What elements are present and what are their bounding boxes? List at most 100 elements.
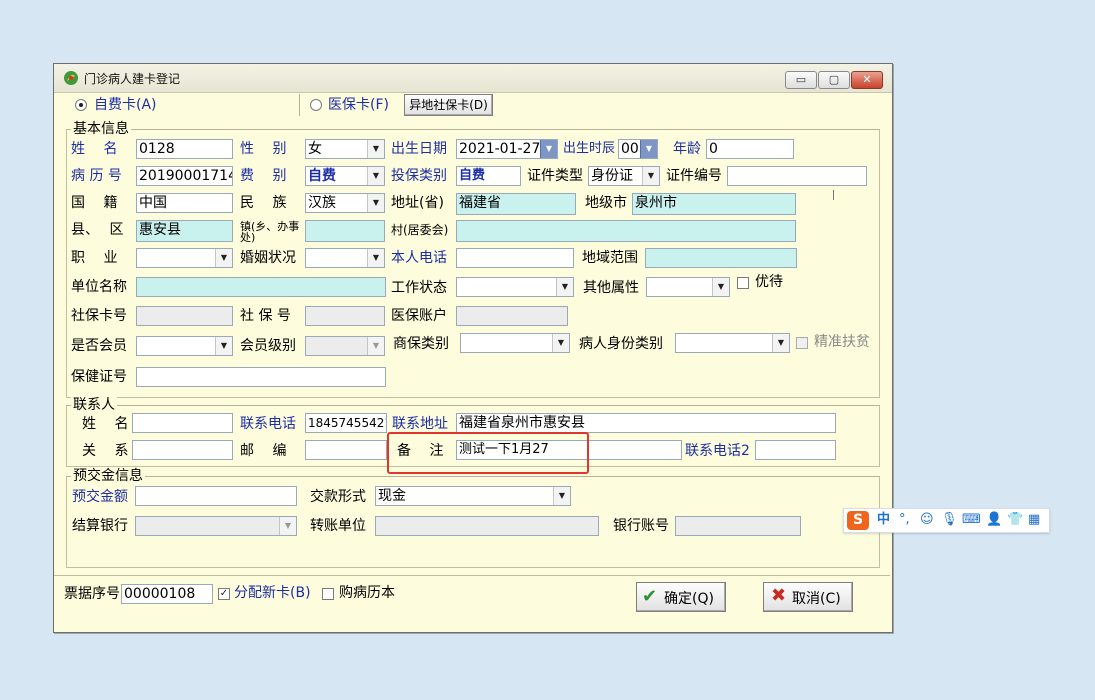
work-status-select[interactable]: ▼ <box>456 277 574 297</box>
chevron-down-icon[interactable]: ▼ <box>642 167 659 185</box>
chevron-down-icon[interactable]: ▼ <box>712 278 729 296</box>
microphone-icon[interactable]: 🎙 <box>941 512 958 528</box>
company-input[interactable] <box>136 277 386 297</box>
bank-select[interactable]: ▼ <box>135 516 297 536</box>
id-no-input[interactable] <box>727 166 867 186</box>
title-bar[interactable]: 门诊病人建卡登记 ▭ ▢ ✕ <box>54 64 892 93</box>
city-input[interactable]: 泉州市 <box>632 193 796 215</box>
deposit-amount-input[interactable] <box>135 486 297 506</box>
id-type-select[interactable]: 身份证 ▼ <box>588 166 660 186</box>
payment-method-select[interactable]: 现金 ▼ <box>375 486 571 506</box>
insurance-label[interactable]: 医保卡(F) <box>328 95 389 115</box>
chevron-down-icon[interactable]: ▼ <box>367 337 384 355</box>
toolbox-grid-icon[interactable]: ▦ <box>1028 512 1040 528</box>
sex-select[interactable]: 女 ▼ <box>305 139 385 159</box>
contact-address-input[interactable]: 福建省泉州市惠安县 <box>456 413 836 433</box>
country-input[interactable]: 中国 <box>136 193 233 213</box>
chevron-down-icon[interactable]: ▼ <box>367 194 384 212</box>
region-input[interactable] <box>645 248 797 268</box>
other-attr-select[interactable]: ▼ <box>646 277 730 297</box>
ss-no-input[interactable] <box>305 306 385 326</box>
remote-insurance-button[interactable]: 异地社保卡(D) <box>404 94 493 116</box>
buy-record-label[interactable]: 购病历本 <box>339 583 395 603</box>
county-input[interactable]: 惠安县 <box>136 220 233 242</box>
contact-name-input[interactable] <box>132 413 233 433</box>
receipt-input[interactable]: 00000108 <box>121 584 213 604</box>
village-input[interactable] <box>456 220 796 242</box>
new-card-checkbox[interactable]: ✓ <box>218 588 230 600</box>
name-input[interactable]: 0128 <box>136 139 233 159</box>
chevron-down-icon[interactable]: ▼ <box>553 487 570 505</box>
payment-method-value: 现金 <box>378 488 406 504</box>
ok-button[interactable]: ✔ 确定(Q) <box>636 582 726 612</box>
med-account-input[interactable] <box>456 306 568 326</box>
province-input[interactable]: 福建省 <box>456 193 576 215</box>
postcode-input[interactable] <box>305 440 387 460</box>
marital-label: 婚姻状况 <box>240 250 296 266</box>
poverty-checkbox[interactable] <box>796 337 808 349</box>
health-no-input[interactable] <box>136 367 386 387</box>
chevron-down-icon[interactable]: ▼ <box>367 249 384 267</box>
dob-picker[interactable]: 2021-01-27 ▼ <box>456 139 558 159</box>
chevron-down-icon[interactable]: ▼ <box>552 334 569 352</box>
sex-label: 性 别 <box>240 141 287 157</box>
contact-phone-input[interactable]: 18457455421 <box>305 413 387 433</box>
village-label: 村(居委会) <box>391 223 449 237</box>
user-icon[interactable]: 👤 <box>986 512 1002 528</box>
minimize-button[interactable]: ▭ <box>785 71 817 89</box>
punctuation-icon[interactable]: °, <box>899 512 910 528</box>
poverty-label: 精准扶贫 <box>814 334 870 350</box>
chevron-down-icon[interactable]: ▼ <box>772 334 789 352</box>
checkmark-icon: ✔ <box>642 586 658 607</box>
chevron-down-icon[interactable]: ▼ <box>215 249 232 267</box>
relation-label: 关 系 <box>82 443 129 459</box>
calendar-dropdown-icon[interactable]: ▼ <box>540 140 557 158</box>
bank-account-label: 银行账号 <box>613 518 669 534</box>
contact-phone2-input[interactable] <box>755 440 836 460</box>
preferential-checkbox[interactable] <box>737 277 749 289</box>
job-select[interactable]: ▼ <box>136 248 233 268</box>
member-level-select[interactable]: ▼ <box>305 336 385 356</box>
marital-select[interactable]: ▼ <box>305 248 385 268</box>
member-select[interactable]: ▼ <box>136 336 233 356</box>
ime-mode[interactable]: 中 <box>877 512 890 528</box>
fee-select[interactable]: 自费 ▼ <box>305 166 385 186</box>
age-input[interactable]: 0 <box>706 139 794 159</box>
deposit-amount-label: 预交金额 <box>72 489 128 505</box>
basic-info-title: 基本信息 <box>71 121 131 137</box>
record-input[interactable]: 20190001714 <box>136 166 233 186</box>
birth-hour-select[interactable]: 00 ▼ <box>618 139 658 159</box>
ins-type-input[interactable]: 自费 <box>456 166 521 186</box>
skin-shirt-icon[interactable]: 👕 <box>1007 512 1023 528</box>
phone-input[interactable] <box>456 248 574 268</box>
identity-type-select[interactable]: ▼ <box>675 333 790 353</box>
keyboard-icon[interactable]: ⌨ <box>962 512 981 528</box>
ime-toolbar[interactable]: S 中 °, ☺ 🎙 ⌨ 👤 👕 ▦ <box>843 508 1050 533</box>
commercial-ins-select[interactable]: ▼ <box>460 333 570 353</box>
nation-select[interactable]: 汉族 ▼ <box>305 193 385 213</box>
contact-address-label: 联系地址 <box>392 416 448 432</box>
job-label: 职 业 <box>71 250 118 266</box>
maximize-button[interactable]: ▢ <box>818 71 850 89</box>
chevron-down-icon[interactable]: ▼ <box>640 140 657 158</box>
ss-card-input[interactable] <box>136 306 233 326</box>
emoji-icon[interactable]: ☺ <box>920 512 934 528</box>
buy-record-checkbox[interactable] <box>322 588 334 600</box>
new-card-label[interactable]: 分配新卡(B) <box>234 583 311 603</box>
relation-input[interactable] <box>132 440 233 460</box>
close-button[interactable]: ✕ <box>851 71 883 89</box>
transfer-unit-input[interactable] <box>375 516 599 536</box>
chevron-down-icon[interactable]: ▼ <box>279 517 296 535</box>
member-label: 是否会员 <box>71 338 127 354</box>
chevron-down-icon[interactable]: ▼ <box>215 337 232 355</box>
cancel-button[interactable]: ✖ 取消(C) <box>763 582 853 612</box>
chevron-down-icon[interactable]: ▼ <box>556 278 573 296</box>
chevron-down-icon[interactable]: ▼ <box>367 140 384 158</box>
bank-account-input[interactable] <box>675 516 801 536</box>
insurance-radio[interactable] <box>310 99 322 111</box>
town-input[interactable] <box>305 220 385 242</box>
self-pay-radio[interactable] <box>75 99 87 111</box>
chevron-down-icon[interactable]: ▼ <box>367 167 384 185</box>
sogou-logo-icon[interactable]: S <box>847 511 869 530</box>
self-pay-label[interactable]: 自费卡(A) <box>94 95 157 115</box>
